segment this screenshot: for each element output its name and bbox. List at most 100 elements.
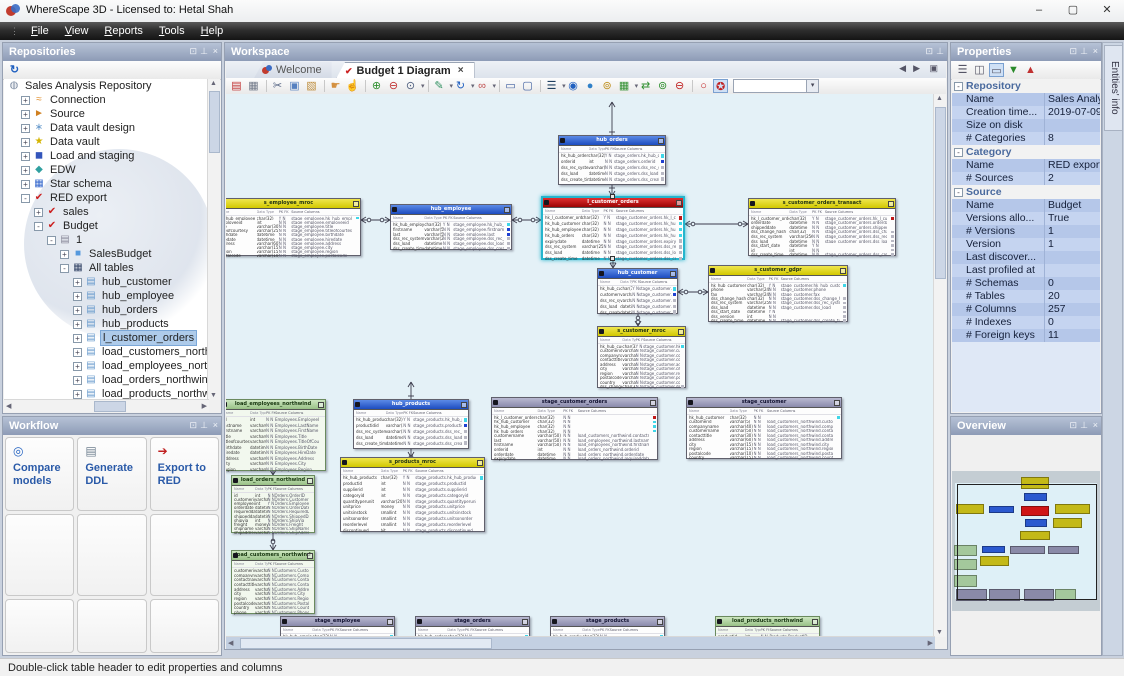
menu-item-reports[interactable]: Reports	[96, 25, 151, 37]
expander-icon[interactable]: +	[21, 123, 30, 133]
table-header[interactable]: load_customers_northwind	[232, 551, 314, 561]
tab-welcome[interactable]: Welcome	[254, 62, 332, 78]
table-header[interactable]: load_products_northwind	[716, 617, 819, 627]
tree-item-hub_customer[interactable]: + ▤ hub_customer	[4, 275, 210, 289]
table-header[interactable]: s_customer_orders_transact	[749, 199, 895, 209]
property-row[interactable]: Name Sales Analysis ...	[952, 93, 1100, 106]
expander-icon[interactable]: -	[954, 187, 963, 197]
float-icon[interactable]: ⊡	[189, 43, 197, 61]
minimize-button[interactable]: –	[1022, 0, 1056, 21]
expander-icon[interactable]: -	[60, 263, 69, 273]
list-view-icon[interactable]: ☰	[955, 63, 970, 77]
property-section-repository[interactable]: - Repository	[952, 79, 1100, 93]
minimap-viewport[interactable]	[957, 484, 1097, 600]
pin-icon[interactable]: ⊥	[936, 43, 944, 61]
expander-icon[interactable]: +	[60, 249, 69, 259]
table-header[interactable]: hub_products	[354, 400, 468, 410]
diagram-table-load_employees_northwind[interactable]: load_employees_northwindName Data TypePK …	[226, 399, 326, 473]
tree-item-edw[interactable]: + ◆ EDW	[4, 163, 210, 177]
diagram-table-hub_customer[interactable]: hub_customer Name Data TypePK FKSource Col…	[597, 268, 678, 315]
float-icon[interactable]: ⊡	[1069, 43, 1077, 61]
tree-vertical-scrollbar[interactable]: ▲ ▼	[207, 79, 220, 400]
expander-icon[interactable]: +	[21, 151, 30, 161]
table-header[interactable]: stage_orders	[416, 617, 529, 627]
workflow-card-empty[interactable]	[77, 514, 147, 596]
expander-icon[interactable]: +	[73, 333, 82, 343]
property-row[interactable]: # Schemas 0	[952, 277, 1100, 290]
workflow-card-compare-models[interactable]: ◎ Compare models	[5, 437, 75, 511]
menu-item-file[interactable]: File	[23, 25, 57, 37]
tree-horizontal-scrollbar[interactable]: ◀ ▶	[4, 399, 209, 412]
property-row[interactable]: Name Budget	[952, 199, 1100, 212]
table-header[interactable]: s_customer_gdpr	[709, 266, 847, 276]
property-row[interactable]: # Versions 1	[952, 225, 1100, 238]
property-row[interactable]: Versions allo... True	[952, 212, 1100, 225]
expander-icon[interactable]: +	[21, 95, 30, 105]
pin-icon[interactable]: ⊥	[200, 43, 208, 61]
expander-icon[interactable]: +	[73, 291, 82, 301]
add-table-icon[interactable]: ▦	[617, 79, 632, 93]
diagram-table-load_orders_northwind[interactable]: load_orders_northwind Name Data TypePK FKS…	[231, 475, 315, 535]
table-header[interactable]: hub_orders	[559, 136, 665, 146]
close-icon[interactable]: ×	[1093, 43, 1098, 61]
property-row[interactable]: Version 1	[952, 238, 1100, 251]
tab-list-icon[interactable]: ▣	[929, 63, 938, 74]
column-row[interactable]: postalcode varchar(10)N N stage_employee.p…	[226, 254, 360, 258]
canvas-horizontal-scrollbar[interactable]: ◀ ▶	[226, 636, 935, 649]
pin-icon[interactable]: ⊥	[1080, 417, 1088, 435]
expander-icon[interactable]: +	[73, 277, 82, 287]
tree-item-l_customer_orders[interactable]: + ▤ l_customer_orders	[4, 330, 210, 346]
tree-item-load-and-staging[interactable]: + ◼ Load and staging	[4, 149, 210, 163]
tree-item-all-tables[interactable]: - ▦ All tables	[4, 261, 210, 275]
tab-close-icon[interactable]: ×	[458, 63, 464, 79]
expander-icon[interactable]: +	[21, 137, 30, 147]
expander-icon[interactable]: -	[21, 193, 30, 203]
diagram-table-stage_customer[interactable]: stage_customer Name Data Type PK FK Source C…	[686, 397, 842, 460]
canvas-vertical-scrollbar[interactable]: ▲ ▼	[933, 94, 946, 637]
expander-icon[interactable]: -	[954, 81, 963, 91]
property-row[interactable]: # Sources 2	[952, 172, 1100, 185]
scroll-thumb[interactable]	[94, 401, 126, 412]
expander-icon[interactable]: -	[34, 221, 43, 231]
workflow-card-export-to-red[interactable]: ➔ Export to RED	[149, 437, 219, 511]
property-section-source[interactable]: - Source	[952, 185, 1100, 199]
column-row[interactable]: region varchar(15)N NEmployees.Region	[226, 467, 325, 473]
tree-item-load_employees_northwind[interactable]: + ▤ load_employees_northwind	[4, 359, 210, 373]
column-row[interactable]: dss_change_hashchar(32)N Nstage_customer…	[598, 385, 685, 389]
pan-hand-icon[interactable]: ☛	[328, 79, 343, 93]
column-row[interactable]: dss_create_timedatetimeN Nstage_customer…	[598, 309, 677, 315]
float-icon[interactable]: ⊡	[189, 417, 197, 435]
property-row[interactable]: Size on disk	[952, 119, 1100, 132]
chevron-down-icon[interactable]: ▾	[806, 80, 819, 92]
column-row[interactable]: dss_create_timedatetimeN Nstage_customer…	[749, 252, 895, 257]
tree-item-sales[interactable]: + ✔ sales	[4, 205, 210, 219]
copy-icon[interactable]: ▣	[287, 79, 302, 93]
tree-item-hub_orders[interactable]: + ▤ hub_orders	[4, 303, 210, 317]
expander-icon[interactable]: +	[21, 109, 30, 119]
tree-item-data-vault-design[interactable]: + ∗ Data vault design	[4, 121, 210, 135]
scroll-up-icon[interactable]: ▲	[210, 80, 217, 87]
table-header[interactable]: s_customer_mroc	[598, 327, 685, 337]
expander-icon[interactable]: +	[73, 361, 82, 371]
paste-icon[interactable]: ▧	[304, 79, 319, 93]
highlight-circle-icon[interactable]: ○	[696, 79, 711, 93]
expander-icon[interactable]: +	[73, 389, 82, 399]
table-header[interactable]: l_customer_orders	[543, 198, 683, 208]
property-row[interactable]: Name RED export	[952, 159, 1100, 172]
workflow-card-empty[interactable]	[149, 599, 219, 653]
table-header[interactable]: s_employee_mroc	[226, 199, 360, 209]
property-section-category[interactable]: - Category	[952, 145, 1100, 159]
pin-icon[interactable]: ⊥	[200, 417, 208, 435]
menu-item-tools[interactable]: Tools	[151, 25, 193, 37]
property-row[interactable]: # Tables 20	[952, 290, 1100, 303]
menu-item-help[interactable]: Help	[193, 25, 232, 37]
pin-icon[interactable]: ⊥	[1080, 43, 1088, 61]
expander-icon[interactable]: +	[73, 319, 82, 329]
select-hand-icon[interactable]: ☝	[345, 79, 360, 93]
table-header[interactable]: stage_customer_orders	[492, 398, 657, 408]
auto-layout-icon[interactable]: ↻	[453, 79, 468, 93]
table-header[interactable]: hub_customer	[598, 269, 677, 279]
cut-icon[interactable]: ✂	[270, 79, 285, 93]
chevron-down-icon[interactable]: ▾	[421, 82, 425, 90]
close-button[interactable]: ✕	[1090, 0, 1124, 21]
